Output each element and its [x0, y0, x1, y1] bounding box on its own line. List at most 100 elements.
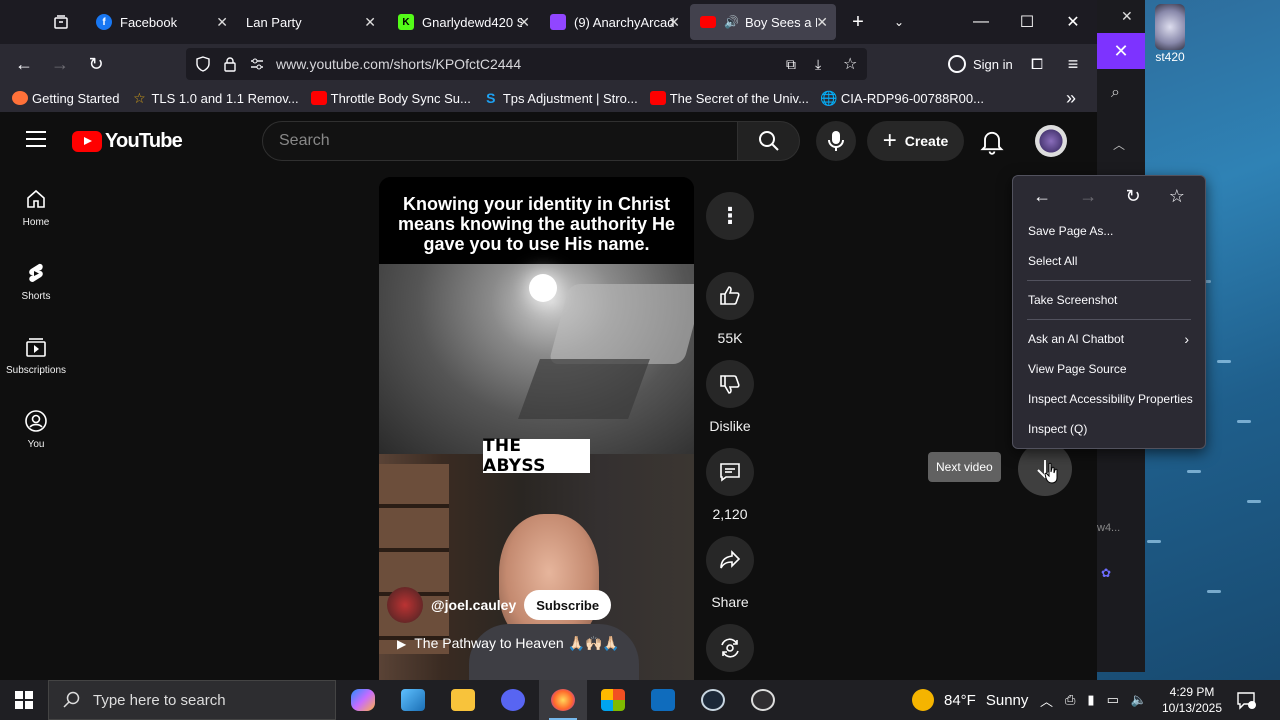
reload-icon[interactable]: ↻	[1125, 186, 1140, 207]
close-icon[interactable]: ✕	[364, 14, 376, 31]
account-avatar[interactable]	[1035, 125, 1067, 157]
steam-icon	[701, 689, 725, 711]
menu-item-ask-ai-chatbot[interactable]: Ask an AI Chatbot ›	[1013, 324, 1205, 354]
forward-icon[interactable]: →	[1079, 186, 1097, 207]
sidebar-item-home[interactable]: Home	[0, 170, 72, 244]
share-action[interactable]: Share	[706, 536, 754, 610]
dislike-button[interactable]	[706, 360, 754, 408]
shorts-video-player[interactable]: Knowing your identity in Christ means kn…	[379, 177, 694, 680]
meet-now-icon[interactable]: ⎙	[1065, 692, 1075, 708]
youtube-logo[interactable]: YouTube	[72, 130, 183, 153]
reload-button[interactable]: ↻	[84, 52, 108, 76]
minimize-button[interactable]: —	[958, 0, 1004, 44]
tab-facebook[interactable]: f Facebook ✕	[86, 4, 236, 40]
notepad-app[interactable]	[389, 680, 437, 720]
comments-action[interactable]: 2,120	[706, 448, 754, 522]
menu-item-inspect[interactable]: Inspect (Q)	[1013, 414, 1205, 444]
url-bar[interactable]: www.youtube.com/shorts/KPOfctC2444 ⧉ ⤓ ☆	[186, 48, 867, 80]
firefox-app[interactable]	[539, 680, 587, 720]
more-actions[interactable]: ⋮	[706, 192, 754, 240]
chevron-double-right-icon[interactable]: »	[1066, 88, 1076, 109]
voice-search-button[interactable]	[816, 121, 856, 161]
more-vert-icon[interactable]: ⋮	[706, 192, 754, 240]
start-button[interactable]	[0, 680, 48, 720]
tab-lan-party[interactable]: Lan Party ✕	[236, 4, 384, 40]
remix-button[interactable]	[706, 624, 754, 672]
subscribe-button[interactable]: Subscribe	[524, 590, 612, 620]
bookmark-star-icon[interactable]: ☆	[1169, 186, 1185, 207]
download-icon[interactable]: ⤓	[815, 56, 821, 73]
taskbar-search-box[interactable]: Type here to search	[48, 680, 336, 720]
app-menu-icon[interactable]: ≡	[1061, 52, 1085, 76]
sidebar-item-shorts[interactable]: Shorts	[0, 244, 72, 318]
bookmark-item[interactable]: Throttle Body Sync Su...	[310, 91, 471, 106]
chevron-up-icon[interactable]: ︿	[1040, 691, 1053, 710]
sidebar-item-subscriptions[interactable]: Subscriptions	[0, 318, 72, 392]
clock[interactable]: 4:29 PM 10/13/2025	[1160, 684, 1224, 716]
playlist-link[interactable]: ▶ The Pathway to Heaven 🙏🏻🙌🏻🙏🏻	[397, 635, 620, 652]
maximize-button[interactable]: ☐	[1004, 0, 1050, 44]
usb-icon[interactable]: ▮	[1087, 692, 1094, 708]
close-icon[interactable]: ✕	[816, 14, 828, 31]
menu-item-inspect-accessibility[interactable]: Inspect Accessibility Properties	[1013, 384, 1205, 414]
close-icon[interactable]: ✕	[518, 14, 530, 31]
tab-overflow-chevron-icon[interactable]: ⌄	[876, 0, 922, 44]
close-icon[interactable]: ✕	[1097, 33, 1145, 69]
forward-button[interactable]: →	[48, 52, 72, 76]
search-button[interactable]	[737, 121, 800, 161]
like-button[interactable]	[706, 272, 754, 320]
menu-item-save-page-as[interactable]: Save Page As...	[1013, 216, 1205, 246]
bookmark-item[interactable]: 🌐 CIA-RDP96-00788R00...	[820, 90, 984, 106]
search-input[interactable]	[263, 122, 737, 160]
search-box[interactable]	[262, 121, 738, 161]
tab-youtube-active[interactable]: 🔊 Boy Sees a D ✕	[690, 4, 836, 40]
menu-item-select-all[interactable]: Select All	[1013, 246, 1205, 276]
window-close-button[interactable]: ✕	[1050, 0, 1096, 44]
picture-in-picture-icon[interactable]: ⧉	[786, 56, 796, 73]
like-action[interactable]: 55K	[706, 272, 754, 346]
channel-name[interactable]: @joel.cauley	[431, 597, 516, 613]
notification-center-button[interactable]	[1236, 690, 1256, 715]
remix-action[interactable]	[706, 624, 754, 672]
bookmark-item[interactable]: Getting Started	[12, 91, 119, 106]
comments-button[interactable]	[706, 448, 754, 496]
search-icon[interactable]: ⌕	[1111, 84, 1120, 102]
tab-list-button[interactable]	[38, 0, 84, 44]
steam-app[interactable]	[689, 680, 737, 720]
back-button[interactable]: ←	[12, 52, 36, 76]
extensions-icon[interactable]: ⧠	[1025, 52, 1049, 76]
menu-item-view-page-source[interactable]: View Page Source	[1013, 354, 1205, 384]
back-icon[interactable]: ←	[1033, 186, 1051, 207]
bookmark-star-icon[interactable]: ☆	[843, 54, 857, 74]
desktop-shortcut[interactable]: st420	[1140, 4, 1200, 64]
close-icon[interactable]: ✕	[668, 14, 680, 31]
tab-kick[interactable]: K Gnarlydewd420 S ✕	[388, 4, 538, 40]
create-button[interactable]: + Create	[867, 121, 964, 161]
close-icon[interactable]: ✕	[1121, 8, 1133, 25]
channel-avatar[interactable]	[387, 587, 423, 623]
bookmark-item[interactable]: S Tps Adjustment | Stro...	[483, 90, 638, 106]
sidebar-item-you[interactable]: You	[0, 392, 72, 466]
chevron-up-icon[interactable]: ︿	[1113, 136, 1125, 153]
share-button[interactable]	[706, 536, 754, 584]
bookmark-item[interactable]: The Secret of the Univ...	[649, 91, 809, 106]
sign-in-button[interactable]: Sign in	[940, 50, 1021, 78]
file-explorer-app[interactable]	[439, 680, 487, 720]
new-tab-button[interactable]: +	[835, 0, 881, 44]
menu-item-take-screenshot[interactable]: Take Screenshot	[1013, 285, 1205, 315]
network-icon[interactable]: ▭	[1107, 692, 1119, 708]
close-icon[interactable]: ✕	[216, 14, 228, 31]
outlook-app[interactable]	[639, 680, 687, 720]
obs-app[interactable]	[739, 680, 787, 720]
hamburger-menu-icon[interactable]	[26, 131, 46, 152]
notifications-button[interactable]	[978, 127, 1006, 160]
speaker-icon[interactable]: 🔊	[724, 15, 739, 29]
tab-twitch[interactable]: (9) AnarchyArcad ✕	[540, 4, 688, 40]
discord-app[interactable]	[489, 680, 537, 720]
bookmark-item[interactable]: ☆ TLS 1.0 and 1.1 Remov...	[131, 90, 298, 106]
volume-icon[interactable]: 🔈	[1131, 692, 1147, 708]
copilot-app[interactable]	[339, 680, 387, 720]
microsoft-store-app[interactable]	[589, 680, 637, 720]
weather-widget[interactable]: 84°F Sunny	[912, 680, 1028, 720]
dislike-action[interactable]: Dislike	[706, 360, 754, 434]
